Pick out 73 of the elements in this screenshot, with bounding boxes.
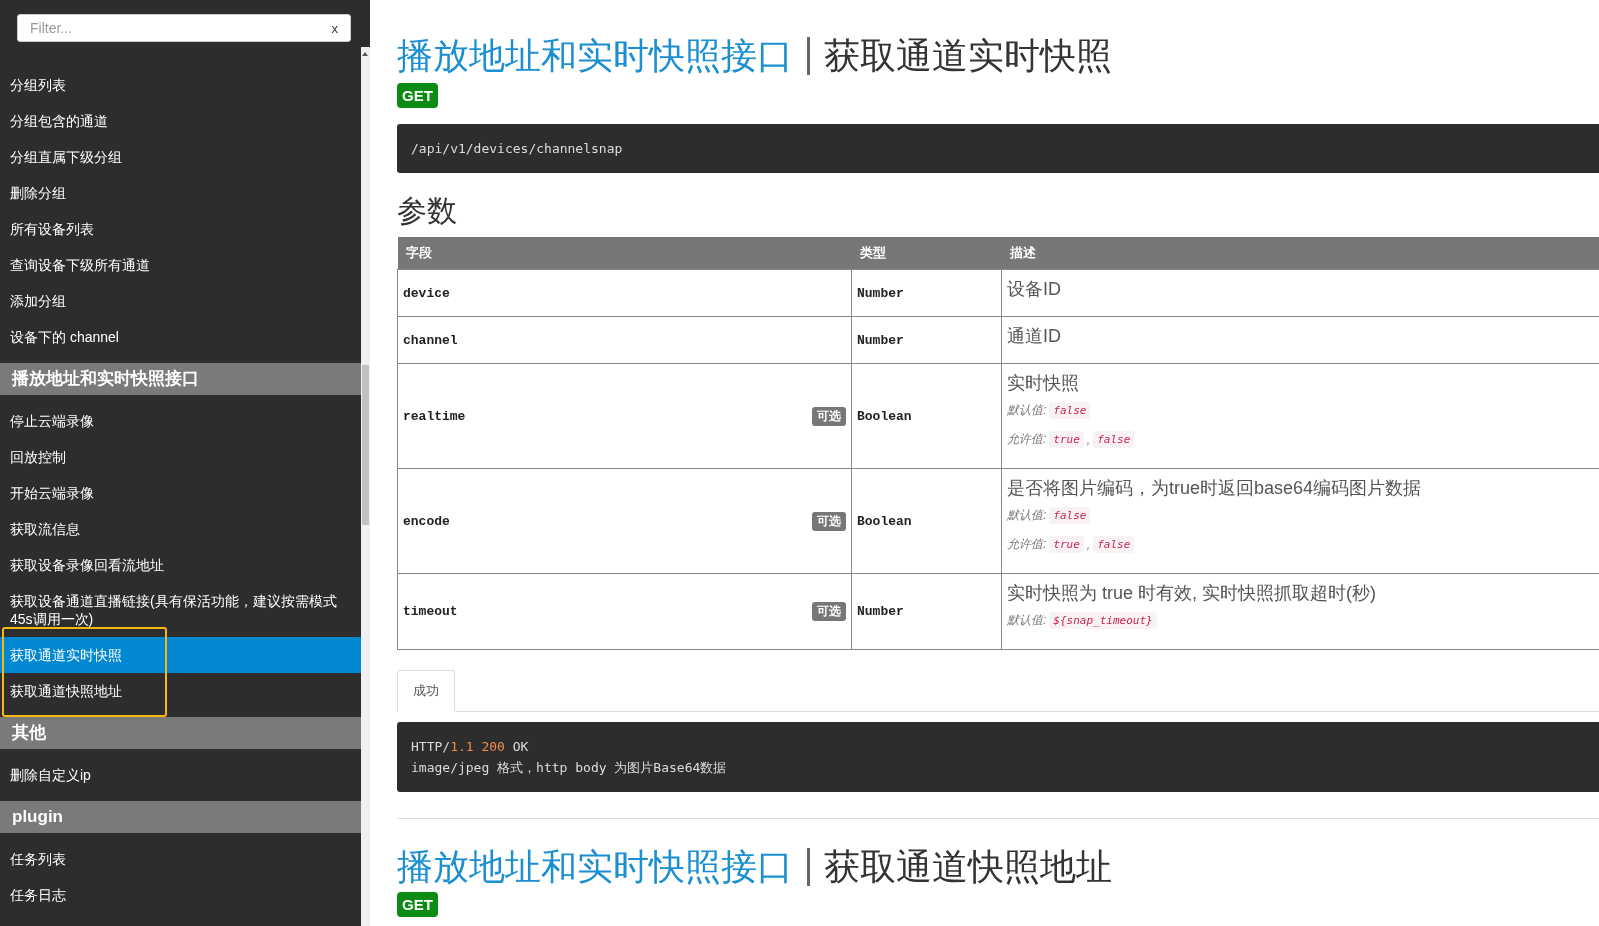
method-badge: GET [397,892,438,917]
section-heading: 参数 [397,193,458,229]
optional-badge: 可选 [812,602,846,621]
sidebar-item[interactable]: 查询设备下级所有通道 [0,247,361,283]
sidebar-item[interactable]: 任务列表 [0,841,361,877]
description: 设备ID [1007,278,1062,301]
optional-badge: 可选 [812,511,846,531]
table-cell: Boolean [851,363,1002,469]
section-header[interactable]: 播放地址和实时快照接口 [0,363,361,395]
value-code: ${snap_timeout} [1049,612,1157,629]
field-name: realtime [403,408,466,424]
description: 实时快照为 true 时有效, 实时快照抓取超时(秒) [1007,582,1377,605]
code-line: image/jpeg 格式，http body 为图片Base64数据 [411,759,728,777]
sidebar-item[interactable]: 任务日志 [0,877,361,913]
sidebar-item[interactable]: 分组直属下级分组 [0,139,361,175]
sidebar-item[interactable]: 删除分组 [0,175,361,211]
field-name: encode [403,513,450,529]
sidebar-item[interactable]: 添加分组 [0,283,361,319]
scrollbar[interactable] [361,47,370,926]
method-badge: GET [397,83,438,108]
meta-label: 允许值: [1007,431,1047,448]
section-header[interactable]: 其他 [0,717,361,749]
api-group-title: 播放地址和实时快照接口 [397,844,793,889]
value-code: true [1049,431,1084,448]
meta-label: 默认值: [1007,402,1047,419]
filter-field[interactable]: Filter... x [17,14,351,42]
separator-text: , [1086,432,1091,447]
optional-badge: 可选 [812,406,846,426]
sidebar-item[interactable]: 获取设备录像回看流地址 [0,547,361,583]
sidebar-item[interactable]: 获取流信息 [0,511,361,547]
sidebar-item[interactable]: 获取通道实时快照 [0,637,361,673]
sidebar-item[interactable]: 回放控制 [0,439,361,475]
section-header[interactable]: plugin [0,801,361,833]
table-cell: Boolean [851,468,1002,574]
sidebar-item[interactable]: 分组包含的通道 [0,103,361,139]
meta-label: 默认值: [1007,507,1047,524]
value-code: false [1049,507,1091,524]
meta-label: 默认值: [1007,612,1047,629]
value-code: true [1049,536,1084,553]
api-group-title: 播放地址和实时快照接口 [397,33,793,78]
column-header: 类型 [851,237,1002,270]
table-cell: Number [851,316,1002,364]
description: 实时快照 [1007,372,1080,395]
value-code: false [1049,402,1091,419]
endpoint-path: /api/v1/devices/channelsnap [411,141,623,156]
response-tab[interactable]: 成功 [397,670,455,712]
api-title: 获取通道快照地址 [824,844,1112,889]
sidebar-item[interactable]: 停止云端录像 [0,403,361,439]
clear-button[interactable]: x [319,20,350,36]
field-name: device [403,285,450,301]
scrollbar-thumb[interactable] [362,365,369,525]
sidebar-item[interactable]: 所有设备列表 [0,211,361,247]
column-header: 字段 [397,237,852,270]
code-line: HTTP/1.1 200 OK [411,738,530,756]
scroll-up-icon[interactable] [362,52,368,56]
sidebar-item[interactable]: 获取设备通道直播链接(具有保活功能，建议按需模式45s调用一次) [0,583,361,637]
separator-text: , [1086,537,1091,552]
table-cell: Number [851,573,1002,650]
meta-label: 允许值: [1007,536,1047,553]
sidebar-item[interactable]: 分组列表 [0,67,361,103]
sidebar-item[interactable]: 获取通道快照地址 [0,673,361,709]
sidebar-item[interactable]: 开始云端录像 [0,475,361,511]
sidebar-item[interactable]: 设备下的 channel [0,319,361,355]
description: 通道ID [1007,325,1062,348]
table-cell: Number [851,269,1002,317]
sidebar-item[interactable]: 删除自定义ip [0,757,361,793]
field-name: timeout [403,604,458,619]
description: 是否将图片编码，为true时返回base64编码图片数据 [1007,477,1423,500]
api-title: 获取通道实时快照 [824,33,1112,78]
column-header: 描述 [1001,237,1599,270]
field-name: channel [403,332,458,348]
value-code: false [1093,431,1135,448]
value-code: false [1093,536,1135,553]
